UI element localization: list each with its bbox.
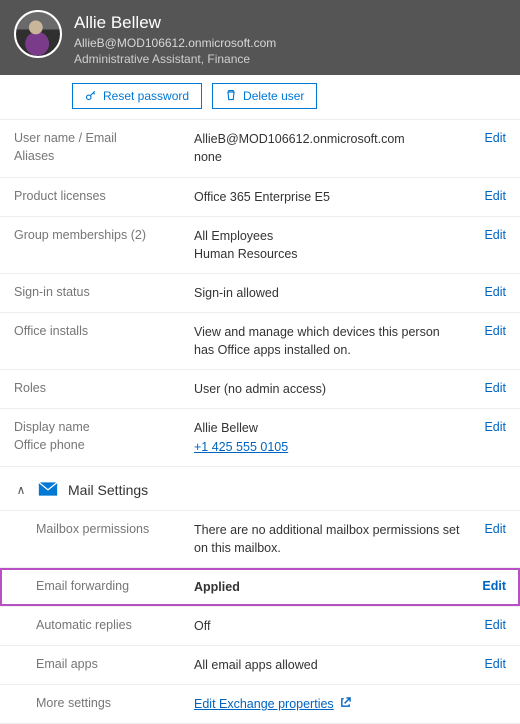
value-automatic-replies: Off: [194, 619, 210, 633]
properties-list: User name / Email Aliases AllieB@MOD1066…: [0, 120, 520, 724]
mail-settings-title: Mail Settings: [68, 482, 148, 498]
value-groups-1: All Employees: [194, 227, 460, 245]
label-aliases: Aliases: [14, 149, 54, 163]
value-email-forwarding: Applied: [194, 580, 240, 594]
row-groups: Group memberships (2) All Employees Huma…: [0, 217, 520, 274]
row-more-settings: More settings Edit Exchange properties: [0, 685, 520, 724]
edit-exchange-properties-link[interactable]: Edit Exchange properties: [194, 695, 351, 713]
edit-email-apps-link[interactable]: Edit: [484, 657, 506, 671]
avatar: [14, 10, 62, 58]
edit-exchange-properties-text: Edit Exchange properties: [194, 695, 334, 713]
edit-roles-link[interactable]: Edit: [484, 381, 506, 395]
row-signin: Sign-in status Sign-in allowed Edit: [0, 274, 520, 313]
value-username: AllieB@MOD106612.onmicrosoft.com: [194, 130, 460, 148]
delete-user-label: Delete user: [243, 89, 304, 103]
row-automatic-replies: Automatic replies Off Edit: [0, 607, 520, 646]
mail-settings-section[interactable]: ∧ Mail Settings: [0, 467, 520, 511]
label-office-installs: Office installs: [14, 324, 88, 338]
value-licenses: Office 365 Enterprise E5: [194, 190, 330, 204]
row-roles: Roles User (no admin access) Edit: [0, 370, 520, 409]
user-email: AllieB@MOD106612.onmicrosoft.com: [74, 35, 276, 51]
label-display-name: Display name: [14, 420, 90, 434]
label-licenses: Product licenses: [14, 189, 106, 203]
row-email-forwarding: Email forwarding Applied Edit: [0, 568, 520, 607]
row-licenses: Product licenses Office 365 Enterprise E…: [0, 178, 520, 217]
label-username: User name / Email: [14, 131, 117, 145]
label-groups: Group memberships (2): [14, 228, 146, 242]
edit-signin-link[interactable]: Edit: [484, 285, 506, 299]
value-groups-2: Human Resources: [194, 245, 460, 263]
value-signin: Sign-in allowed: [194, 286, 279, 300]
edit-email-forwarding-link[interactable]: Edit: [482, 579, 506, 593]
toolbar: Reset password Delete user: [0, 75, 520, 120]
edit-automatic-replies-link[interactable]: Edit: [484, 618, 506, 632]
value-mailbox-permissions: There are no additional mailbox permissi…: [194, 523, 459, 555]
value-aliases: none: [194, 148, 460, 166]
mail-icon: [38, 481, 58, 500]
edit-office-installs-link[interactable]: Edit: [484, 324, 506, 338]
key-icon: [85, 89, 97, 104]
edit-mailbox-permissions-link[interactable]: Edit: [484, 522, 506, 536]
row-office-installs: Office installs View and manage which de…: [0, 313, 520, 370]
value-display-name: Allie Bellew: [194, 419, 460, 437]
external-link-icon: [340, 695, 351, 713]
user-role: Administrative Assistant, Finance: [74, 51, 276, 67]
row-contact: Display name Office phone Allie Bellew +…: [0, 409, 520, 466]
row-username: User name / Email Aliases AllieB@MOD1066…: [0, 120, 520, 177]
trash-icon: [225, 89, 237, 104]
header-text: Allie Bellew AllieB@MOD106612.onmicrosof…: [74, 10, 276, 67]
label-email-apps: Email apps: [36, 657, 98, 671]
label-more-settings: More settings: [36, 696, 111, 710]
label-automatic-replies: Automatic replies: [36, 618, 132, 632]
label-email-forwarding: Email forwarding: [36, 579, 129, 593]
delete-user-button[interactable]: Delete user: [212, 83, 317, 109]
label-office-phone: Office phone: [14, 438, 85, 452]
value-office-installs: View and manage which devices this perso…: [194, 325, 440, 357]
user-header: Allie Bellew AllieB@MOD106612.onmicrosof…: [0, 0, 520, 75]
label-mailbox-permissions: Mailbox permissions: [36, 522, 149, 536]
edit-contact-link[interactable]: Edit: [484, 420, 506, 434]
label-roles: Roles: [14, 381, 46, 395]
edit-groups-link[interactable]: Edit: [484, 228, 506, 242]
edit-licenses-link[interactable]: Edit: [484, 189, 506, 203]
value-office-phone[interactable]: +1 425 555 0105: [194, 438, 460, 456]
chevron-up-icon: ∧: [14, 483, 28, 497]
reset-password-label: Reset password: [103, 89, 189, 103]
label-signin: Sign-in status: [14, 285, 90, 299]
row-email-apps: Email apps All email apps allowed Edit: [0, 646, 520, 685]
user-display-name: Allie Bellew: [74, 12, 276, 35]
row-mailbox-permissions: Mailbox permissions There are no additio…: [0, 511, 520, 568]
value-email-apps: All email apps allowed: [194, 658, 318, 672]
edit-username-link[interactable]: Edit: [484, 131, 506, 145]
reset-password-button[interactable]: Reset password: [72, 83, 202, 109]
value-roles: User (no admin access): [194, 382, 326, 396]
